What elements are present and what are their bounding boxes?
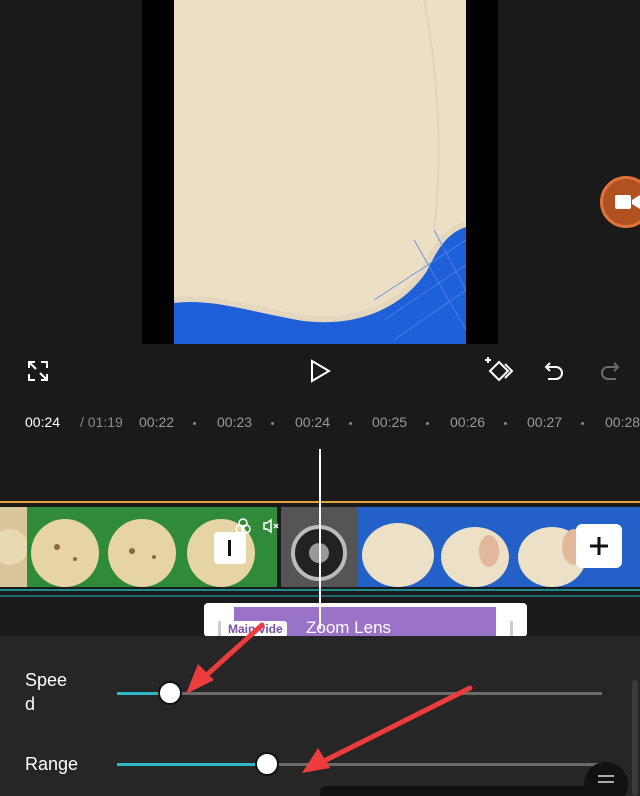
timeline[interactable]: Main vide Zoom Lens <box>0 441 640 637</box>
play-button[interactable] <box>302 353 338 389</box>
range-label: Range <box>25 754 79 774</box>
playhead[interactable] <box>319 449 321 629</box>
keyframe-icon <box>485 357 514 382</box>
ruler-tick-dot <box>426 422 429 425</box>
speed-slider-knob[interactable] <box>158 681 183 705</box>
redo-button[interactable] <box>592 353 628 389</box>
speed-slider[interactable] <box>117 681 602 705</box>
preview-toolbar <box>0 345 640 405</box>
clip-thumbnail <box>104 507 181 587</box>
current-time: 00:24 <box>25 414 61 430</box>
effect-adjust-panel: Spee d Range <box>0 636 640 796</box>
video-frame-image <box>174 0 466 344</box>
speed-label: Spee d <box>25 670 68 714</box>
add-icon <box>590 537 608 555</box>
add-clip-button[interactable] <box>576 524 622 568</box>
panel-scrollbar[interactable] <box>632 680 638 796</box>
effect-tag: Main vide <box>224 621 287 637</box>
preview-area <box>0 0 640 345</box>
keyframe-button[interactable] <box>482 353 518 389</box>
ruler-tick-label: 00:26 <box>450 414 486 430</box>
video-preview[interactable] <box>142 0 498 344</box>
range-slider-fill <box>117 763 268 766</box>
clip-thumbnail <box>358 507 435 587</box>
fullscreen-button[interactable] <box>20 353 56 389</box>
effect-trim-handle-left[interactable] <box>218 621 221 637</box>
ruler-tick-dot <box>271 422 274 425</box>
ruler-tick-dot <box>581 422 584 425</box>
muted-icon <box>263 518 279 534</box>
effect-clip[interactable]: Main vide Zoom Lens <box>204 603 527 637</box>
ruler-tick-label: 00:25 <box>372 414 408 430</box>
transition-button[interactable] <box>214 532 246 564</box>
effect-trim-handle-right[interactable] <box>510 621 513 637</box>
undo-button[interactable] <box>536 353 572 389</box>
record-video-button[interactable] <box>600 176 640 228</box>
transition-icon <box>228 540 231 556</box>
ruler-tick-dot <box>504 422 507 425</box>
ruler-tick-label: 00:27 <box>527 414 563 430</box>
range-slider-knob[interactable] <box>255 752 280 776</box>
total-duration: / 01:19 <box>80 414 123 430</box>
ruler-tick-dot <box>349 422 352 425</box>
record-video-icon <box>615 195 640 209</box>
undo-icon <box>544 362 563 380</box>
clip-thumbnail <box>0 507 27 587</box>
menu-button[interactable] <box>584 762 628 796</box>
ruler-tick-label: 00:23 <box>217 414 253 430</box>
ruler-tick-label: 00:22 <box>139 414 175 430</box>
ruler-tick-label: 00:28 <box>605 414 640 430</box>
range-slider[interactable] <box>117 752 602 776</box>
ruler-tick-label: 00:24 <box>295 414 331 430</box>
ruler-tick-dot <box>193 422 196 425</box>
redo-icon <box>601 362 620 380</box>
timeline-ruler[interactable]: 00:24 / 01:19 00:22 00:23 00:24 00:25 00… <box>0 405 640 441</box>
clip-thumbnail <box>27 507 104 587</box>
menu-icon <box>598 775 614 783</box>
fullscreen-icon <box>28 361 48 381</box>
bottom-sheet-handle <box>320 786 600 796</box>
play-icon <box>311 359 331 383</box>
clip-thumbnail <box>435 507 512 587</box>
